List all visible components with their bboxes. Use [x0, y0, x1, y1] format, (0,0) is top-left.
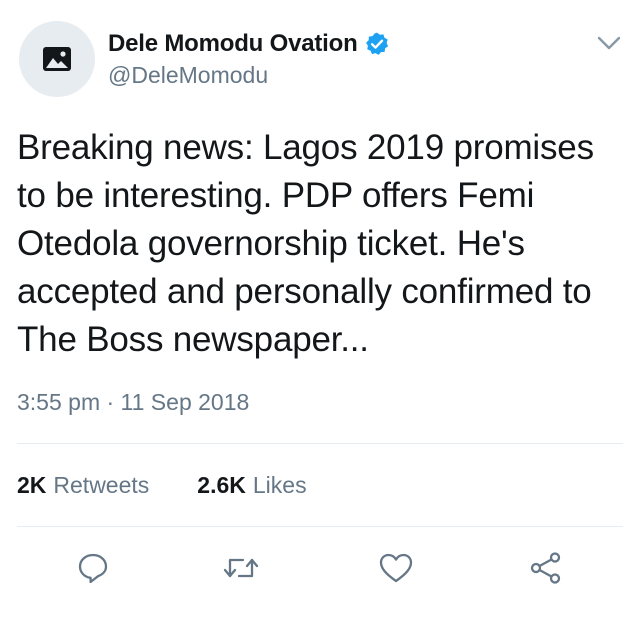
retweet-button[interactable]: [221, 548, 261, 588]
author-handle[interactable]: @DeleMomodu: [108, 62, 390, 89]
share-button[interactable]: [526, 548, 566, 588]
author-block[interactable]: Dele Momodu Ovation @DeleMomodu: [108, 29, 390, 89]
like-icon: [379, 553, 413, 583]
divider: [17, 526, 623, 527]
likes-stat[interactable]: 2.6K Likes: [197, 472, 306, 499]
avatar[interactable]: [19, 21, 95, 97]
tweet-timestamp[interactable]: 3:55 pm · 11 Sep 2018: [17, 389, 249, 416]
author-name-row: Dele Momodu Ovation: [108, 29, 390, 59]
verified-badge-icon: [364, 31, 390, 57]
action-bar: [0, 548, 640, 588]
likes-label: Likes: [252, 472, 307, 498]
tweet-text: Breaking news: Lagos 2019 promises to be…: [17, 128, 594, 359]
chevron-down-icon[interactable]: [596, 32, 622, 54]
divider: [17, 443, 623, 444]
retweet-icon: [223, 558, 259, 578]
author-display-name[interactable]: Dele Momodu Ovation: [108, 30, 358, 58]
reply-button[interactable]: [73, 548, 113, 588]
retweets-count: 2K: [17, 472, 47, 498]
reply-icon: [78, 553, 108, 584]
engagement-stats: 2K Retweets 2.6K Likes: [17, 472, 307, 499]
retweets-label: Retweets: [53, 472, 150, 498]
share-icon: [530, 552, 561, 584]
image-placeholder-icon: [43, 47, 71, 71]
likes-count: 2.6K: [197, 472, 246, 498]
like-button[interactable]: [376, 548, 416, 588]
retweets-stat[interactable]: 2K Retweets: [17, 472, 149, 499]
